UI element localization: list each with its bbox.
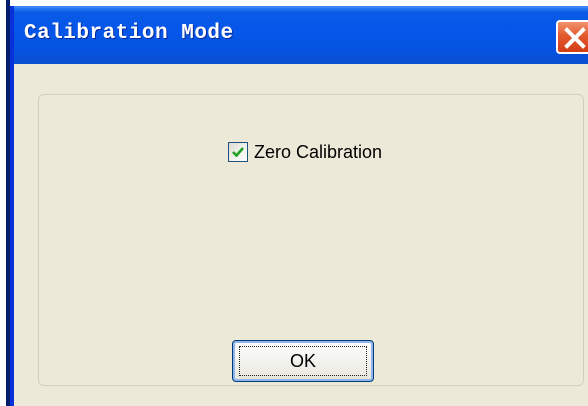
dialog-body: Zero Calibration OK xyxy=(14,64,588,406)
zero-calibration-checkbox[interactable] xyxy=(228,142,248,162)
window-title: Calibration Mode xyxy=(24,22,234,45)
zero-calibration-label: Zero Calibration xyxy=(254,141,383,162)
calibration-mode-dialog: Calibration Mode Zero Calibration OK xyxy=(10,6,588,406)
ok-button[interactable]: OK xyxy=(232,340,374,382)
close-button[interactable] xyxy=(556,20,588,54)
zero-calibration-option[interactable]: Zero Calibration xyxy=(228,140,382,164)
title-bar[interactable]: Calibration Mode xyxy=(14,6,588,64)
ok-button-label: OK xyxy=(289,350,316,371)
